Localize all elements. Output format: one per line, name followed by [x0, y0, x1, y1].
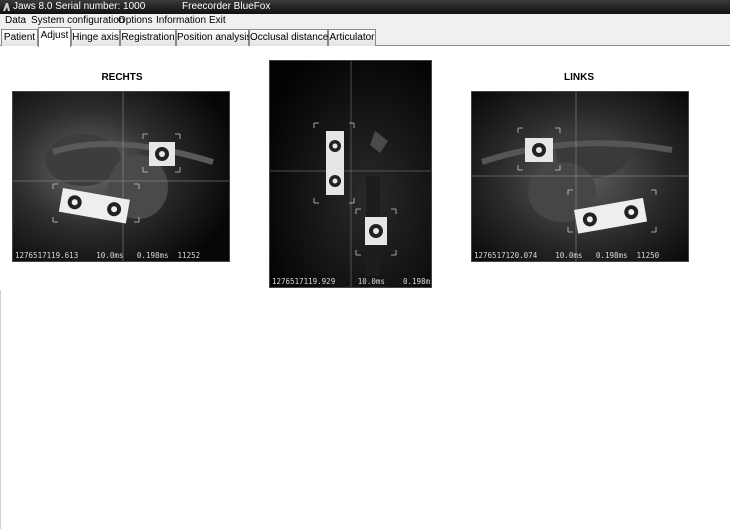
- camera-image-center: [270, 61, 431, 287]
- tab-patient[interactable]: Patient: [1, 29, 38, 46]
- jaws-icon: [3, 3, 10, 11]
- camera-overlay-right: 1276517119.613 10.0ms 0.198ms 11252: [15, 251, 201, 260]
- camera-view-center[interactable]: 1276517119.929 10.0ms 0.198ms: [269, 60, 432, 288]
- title-bar: Jaws 8.0 Serial number: 1000 Freecorder …: [0, 0, 730, 14]
- camera-view-left[interactable]: 1276517120.074 10.0ms 0.198ms 11250: [471, 91, 689, 262]
- tab-articulator[interactable]: Articulator: [328, 29, 376, 46]
- tab-position-analysis[interactable]: Position analysis: [176, 29, 251, 46]
- tab-occlusal-distance[interactable]: Occlusal distance: [249, 29, 328, 46]
- camera-view-right[interactable]: 1276517119.613 10.0ms 0.198ms 11252: [12, 91, 230, 262]
- menu-data[interactable]: Data: [4, 14, 27, 27]
- empty-work-area: [0, 290, 730, 529]
- camera-label-left: LINKS: [564, 72, 594, 83]
- menu-exit[interactable]: Exit: [208, 14, 227, 27]
- camera-image-right: [13, 92, 229, 261]
- menu-options[interactable]: Options: [117, 14, 153, 27]
- tab-bar: Patient Adjust Hinge axis Registration P…: [0, 27, 730, 47]
- menu-information[interactable]: Information: [155, 14, 207, 27]
- tab-adjust[interactable]: Adjust: [38, 27, 71, 47]
- camera-overlay-center: 1276517119.929 10.0ms 0.198ms: [272, 277, 432, 286]
- menu-system-configuration[interactable]: System configuration: [30, 14, 125, 27]
- camera-label-right: RECHTS: [101, 72, 143, 83]
- camera-image-left: [472, 92, 688, 261]
- camera-overlay-left: 1276517120.074 10.0ms 0.198ms 11250: [474, 251, 660, 260]
- device-title: Freecorder BlueFox: [182, 1, 271, 12]
- app-title: Jaws 8.0 Serial number: 1000: [13, 1, 146, 12]
- menu-bar: Data System configuration Options Inform…: [0, 14, 730, 27]
- tab-hinge-axis[interactable]: Hinge axis: [71, 29, 120, 46]
- tab-registration[interactable]: Registration: [120, 29, 176, 46]
